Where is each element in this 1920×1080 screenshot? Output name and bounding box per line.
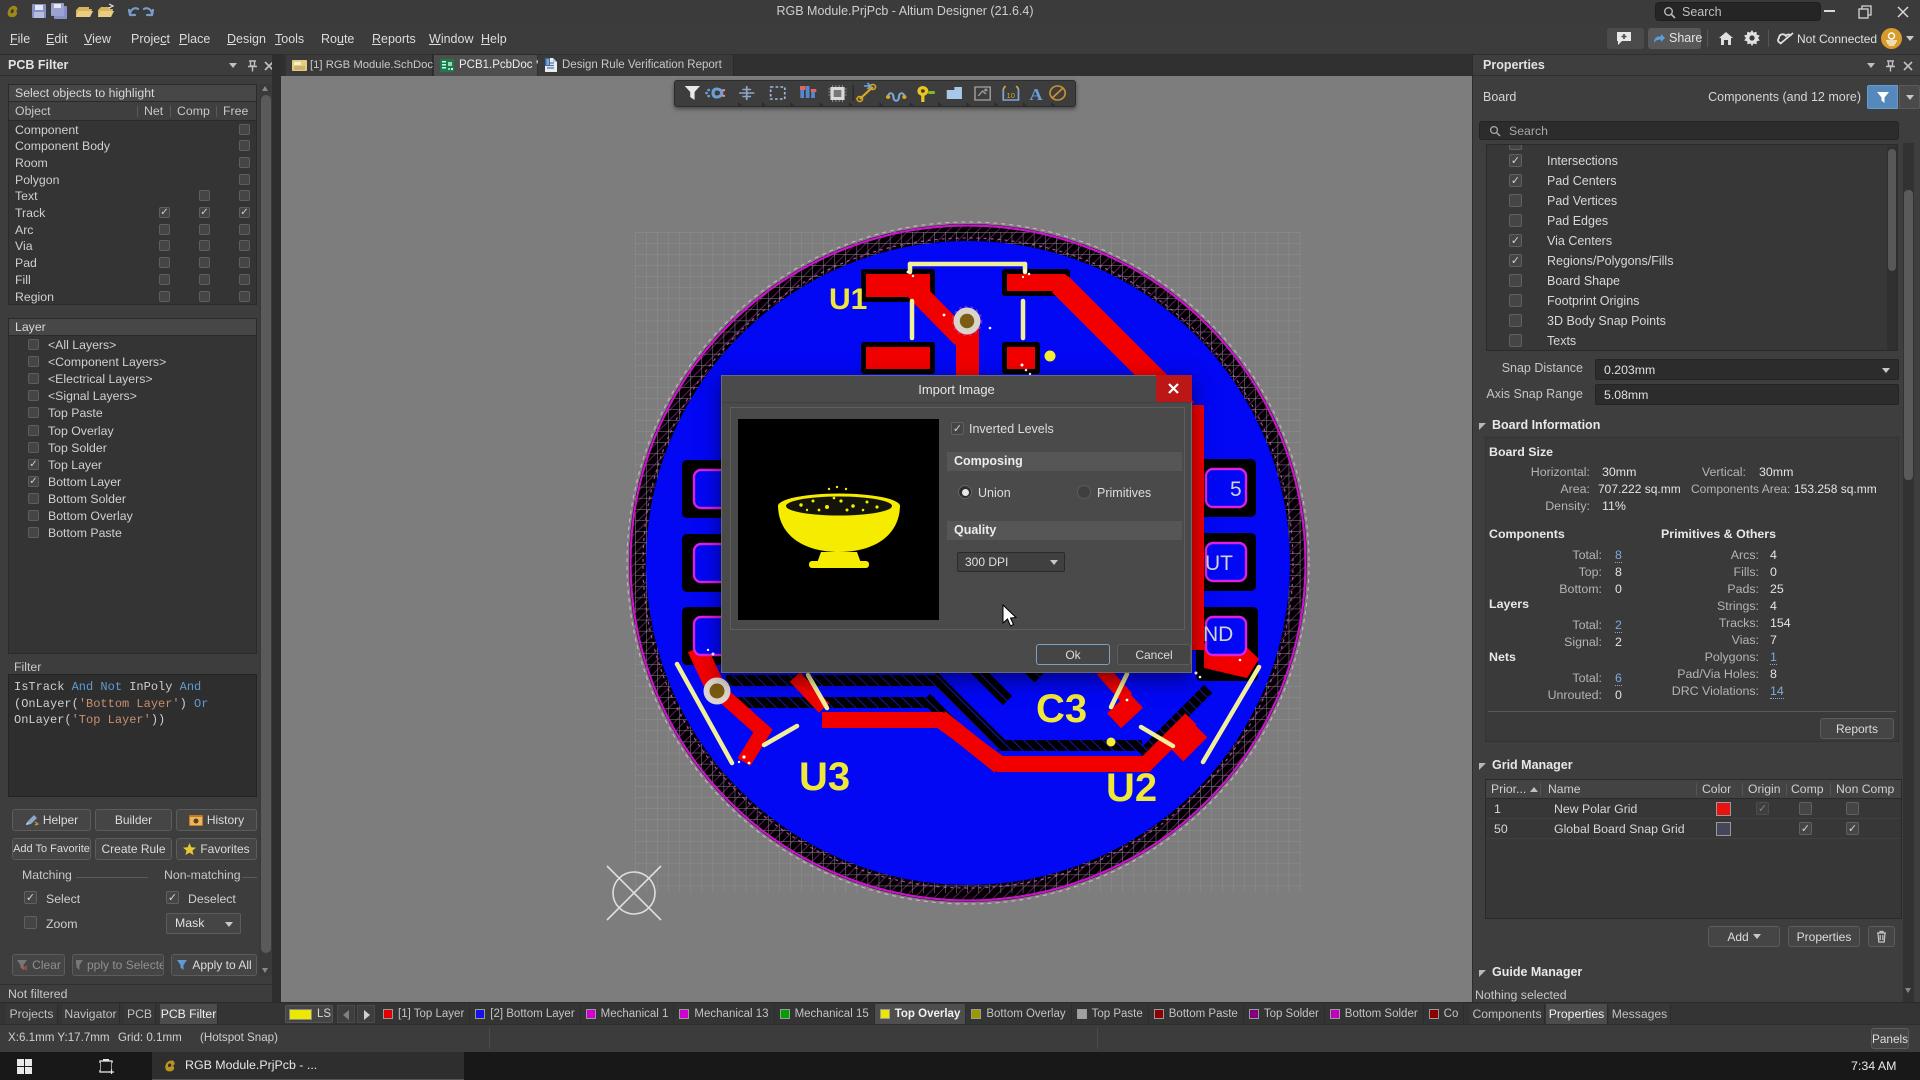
svg-text:10: 10 (1007, 91, 1015, 100)
svg-text:U2: U2 (1106, 766, 1157, 810)
svg-text:C3: C3 (1036, 687, 1087, 731)
svg-text:A: A (1029, 85, 1043, 104)
svg-text:UT: UT (1205, 552, 1233, 575)
svg-text:5: 5 (1230, 478, 1242, 501)
svg-text:U1: U1 (829, 283, 867, 316)
svg-text:ND: ND (1203, 623, 1233, 646)
svg-text:U3: U3 (799, 755, 850, 799)
